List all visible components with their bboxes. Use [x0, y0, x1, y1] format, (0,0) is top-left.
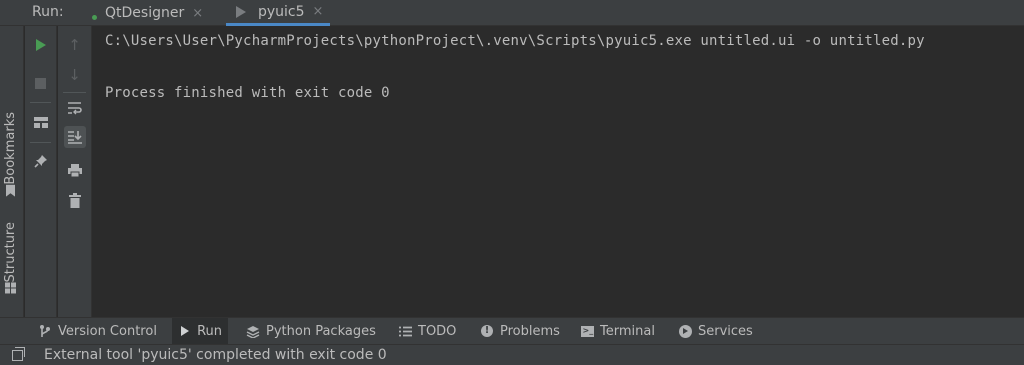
trash-icon	[68, 192, 81, 208]
toolbar-divider	[30, 142, 51, 143]
python-run-icon	[90, 6, 102, 20]
tool-window-label: Run	[197, 323, 222, 339]
tool-window-label: Services	[698, 323, 753, 339]
run-tool-window-header: Run: QtDesigner × pyuic5 ×	[0, 0, 1024, 26]
run-toolbar-secondary: ↑ ↓	[58, 26, 92, 317]
layers-icon	[246, 325, 260, 338]
tool-window-label: Problems	[500, 323, 560, 339]
print-icon	[67, 163, 82, 177]
arrow-up-icon: ↑	[68, 35, 81, 54]
bookmarks-label: Bookmarks	[3, 112, 18, 185]
tool-window-label: Terminal	[600, 323, 655, 339]
tab-qtdesigner[interactable]: QtDesigner ×	[90, 0, 203, 26]
toolbar-divider	[30, 102, 51, 103]
tool-window-label: Python Packages	[266, 323, 376, 339]
stop-button[interactable]	[30, 72, 52, 94]
soft-wrap-icon	[67, 102, 82, 115]
tool-window-label: Version Control	[58, 323, 157, 339]
tab-label: QtDesigner	[105, 5, 185, 21]
soft-wrap-button[interactable]	[64, 97, 86, 119]
tool-window-bar: Version Control Run Python Packages TODO…	[0, 317, 1024, 344]
print-button[interactable]	[64, 159, 86, 181]
status-bar: External tool 'pyuic5' completed with ex…	[0, 344, 1024, 365]
layout-icon	[33, 116, 48, 128]
play-icon	[35, 39, 46, 51]
rerun-button[interactable]	[30, 34, 52, 56]
scroll-to-end-button[interactable]	[63, 126, 86, 148]
previous-occurrence-button[interactable]: ↑	[64, 34, 86, 56]
close-icon[interactable]: ×	[192, 6, 203, 21]
arrow-down-icon: ↓	[68, 65, 81, 84]
next-occurrence-button[interactable]: ↓	[64, 64, 86, 86]
tool-window-terminal[interactable]: >_ Terminal	[574, 318, 661, 344]
toolbar-divider	[63, 92, 86, 93]
terminal-icon: >_	[580, 325, 594, 337]
bookmark-icon	[6, 185, 15, 197]
structure-tool-button[interactable]: Structure	[3, 222, 18, 299]
tool-window-services[interactable]: Services	[672, 318, 759, 344]
console-output[interactable]: C:\Users\User\PycharmProjects\pythonProj…	[92, 26, 1024, 317]
pin-icon	[33, 155, 47, 168]
tab-pyuic5[interactable]: pyuic5 ×	[226, 0, 330, 26]
list-icon	[398, 326, 412, 337]
status-message: External tool 'pyuic5' completed with ex…	[44, 347, 387, 363]
stop-icon	[35, 77, 46, 89]
structure-icon	[5, 282, 16, 293]
console-line-exit: Process finished with exit code 0	[105, 85, 390, 101]
run-label: Run:	[32, 4, 64, 20]
run-icon	[178, 326, 191, 336]
scroll-to-end-icon	[67, 131, 82, 144]
tool-window-label: TODO	[418, 323, 457, 339]
tool-window-run[interactable]: Run	[172, 318, 228, 344]
tool-windows-toggle-icon[interactable]	[12, 347, 25, 361]
tool-window-todo[interactable]: TODO	[392, 318, 462, 344]
left-tool-strip: Bookmarks Structure	[0, 26, 24, 317]
branch-icon	[38, 324, 52, 338]
tool-window-version-control[interactable]: Version Control	[32, 318, 163, 344]
bookmarks-tool-button[interactable]: Bookmarks	[3, 112, 18, 203]
info-icon: !	[480, 325, 494, 337]
tool-window-python-packages[interactable]: Python Packages	[240, 318, 382, 344]
pin-tab-button[interactable]	[30, 150, 52, 172]
layout-button[interactable]	[30, 111, 52, 133]
console-line-command: C:\Users\User\PycharmProjects\pythonProj…	[105, 33, 925, 49]
services-icon	[678, 324, 692, 338]
run-icon	[236, 5, 246, 18]
run-toolbar-primary	[25, 26, 57, 317]
tab-label: pyuic5	[258, 3, 305, 20]
close-icon[interactable]: ×	[313, 4, 324, 19]
tool-window-problems[interactable]: ! Problems	[474, 318, 566, 344]
clear-all-button[interactable]	[64, 189, 86, 211]
structure-label: Structure	[3, 222, 18, 283]
